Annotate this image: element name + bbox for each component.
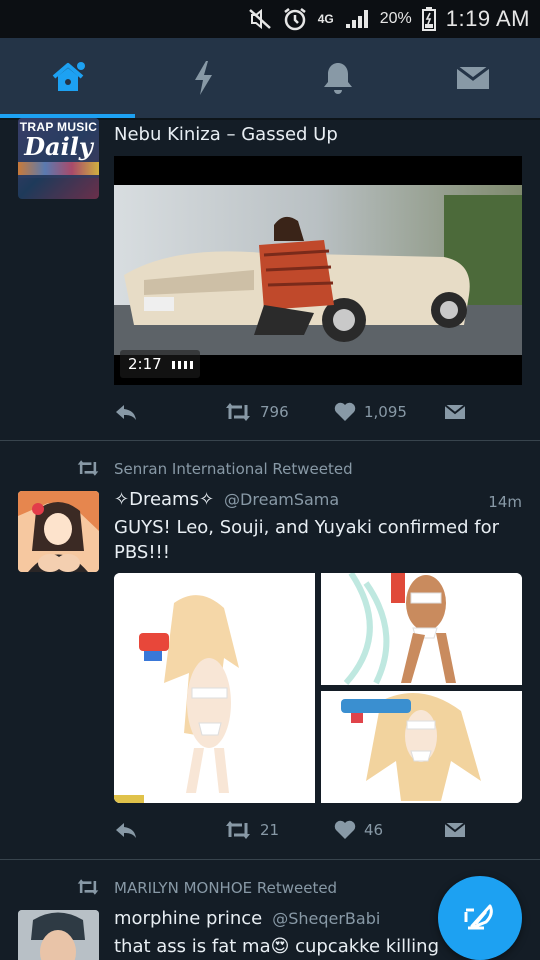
home-icon: [52, 62, 85, 91]
envelope-icon: [444, 822, 466, 837]
media-image-1[interactable]: [114, 573, 315, 803]
tweet-header: ✧Dreams✧ @DreamSama: [114, 489, 522, 515]
avatar[interactable]: TRAP MUSIC Daily: [18, 118, 99, 199]
tab-bar: [0, 38, 540, 118]
tweet-actions: 796 1,095: [114, 397, 514, 427]
retweet-context-icon: [76, 878, 100, 900]
video-thumbnail: [114, 185, 522, 355]
tweet-text: that ass is fat ma😍 cupcakke killing: [114, 936, 440, 957]
reply-icon: [116, 405, 136, 420]
user-handle[interactable]: @SheqerBabi: [272, 909, 380, 928]
retweet-count: 796: [260, 403, 289, 421]
bell-icon: [323, 63, 352, 94]
retweet-button[interactable]: 796: [224, 397, 289, 427]
video-duration-badge: 2:17: [120, 350, 200, 378]
retweet-button[interactable]: 21: [224, 815, 279, 845]
reply-icon: [116, 823, 136, 838]
tweet-header: morphine prince @SheqerBabi: [114, 908, 434, 934]
tab-notifications[interactable]: [270, 38, 405, 118]
clock: 1:19 AM: [445, 6, 530, 31]
retweeted-by[interactable]: Senran International Retweeted: [114, 460, 353, 478]
reply-button[interactable]: [114, 815, 138, 845]
media-image-2[interactable]: [321, 573, 522, 686]
envelope-icon: [455, 65, 490, 89]
user-handle[interactable]: @DreamSama: [224, 490, 339, 509]
retweet-count: 21: [260, 821, 280, 839]
like-button[interactable]: 46: [334, 815, 383, 845]
display-name[interactable]: ✧Dreams✧: [114, 489, 214, 510]
envelope-icon: [444, 404, 466, 419]
retweet-context-icon: [76, 459, 100, 481]
display-name[interactable]: morphine prince: [114, 908, 262, 929]
media-image-3[interactable]: [321, 691, 522, 803]
avatar[interactable]: [18, 491, 99, 572]
battery-percent: 20%: [379, 10, 412, 27]
retweeted-by[interactable]: MARILYN MONHOE Retweeted: [114, 879, 337, 897]
tweet-text-line-1: GUYS! Leo, Souji, and Yuyaki confirmed f…: [114, 517, 500, 538]
network-type: 4G: [317, 12, 334, 26]
tab-messages[interactable]: [405, 38, 540, 118]
direct-message-button[interactable]: [444, 397, 466, 427]
heart-icon: [334, 820, 356, 839]
avatar-text-bottom: Daily: [24, 132, 93, 161]
video-duration: 2:17: [128, 355, 162, 373]
volume-bars-icon: [171, 361, 193, 369]
like-count: 1,095: [364, 403, 407, 421]
reply-button[interactable]: [114, 397, 138, 427]
signal-icon: [344, 8, 370, 30]
tweet-1[interactable]: TRAP MUSIC Daily Nebu Kiniza – Gassed Up: [0, 118, 540, 440]
tab-home[interactable]: [0, 38, 135, 118]
retweet-icon: [226, 403, 250, 421]
avatar[interactable]: [18, 910, 99, 960]
retweet-icon: [226, 821, 250, 839]
tweet-time: 14m: [488, 493, 522, 511]
status-bar: 4G 20% 1:19 AM: [0, 0, 540, 38]
tab-moments[interactable]: [135, 38, 270, 118]
battery-charging-icon: [421, 7, 436, 31]
tweet-2[interactable]: Senran International Retweeted ✧Dreams✧ …: [0, 441, 540, 859]
tweet-actions: 21 46: [114, 815, 514, 845]
direct-message-button[interactable]: [444, 815, 466, 845]
status-icons: 4G 20% 1:19 AM: [248, 0, 530, 38]
like-button[interactable]: 1,095: [334, 397, 407, 427]
heart-icon: [334, 402, 356, 421]
like-count: 46: [364, 821, 384, 839]
media-grid: [114, 573, 522, 803]
alarm-icon: [282, 6, 308, 32]
mute-icon: [248, 8, 272, 30]
video-player[interactable]: 2:17: [114, 156, 522, 385]
lightning-icon: [194, 61, 212, 95]
compose-feather-icon: [464, 904, 493, 930]
compose-tweet-button[interactable]: [438, 876, 522, 960]
tweet-text-line-2: PBS!!!: [114, 542, 170, 563]
tweet-text: Nebu Kiniza – Gassed Up: [114, 124, 338, 145]
